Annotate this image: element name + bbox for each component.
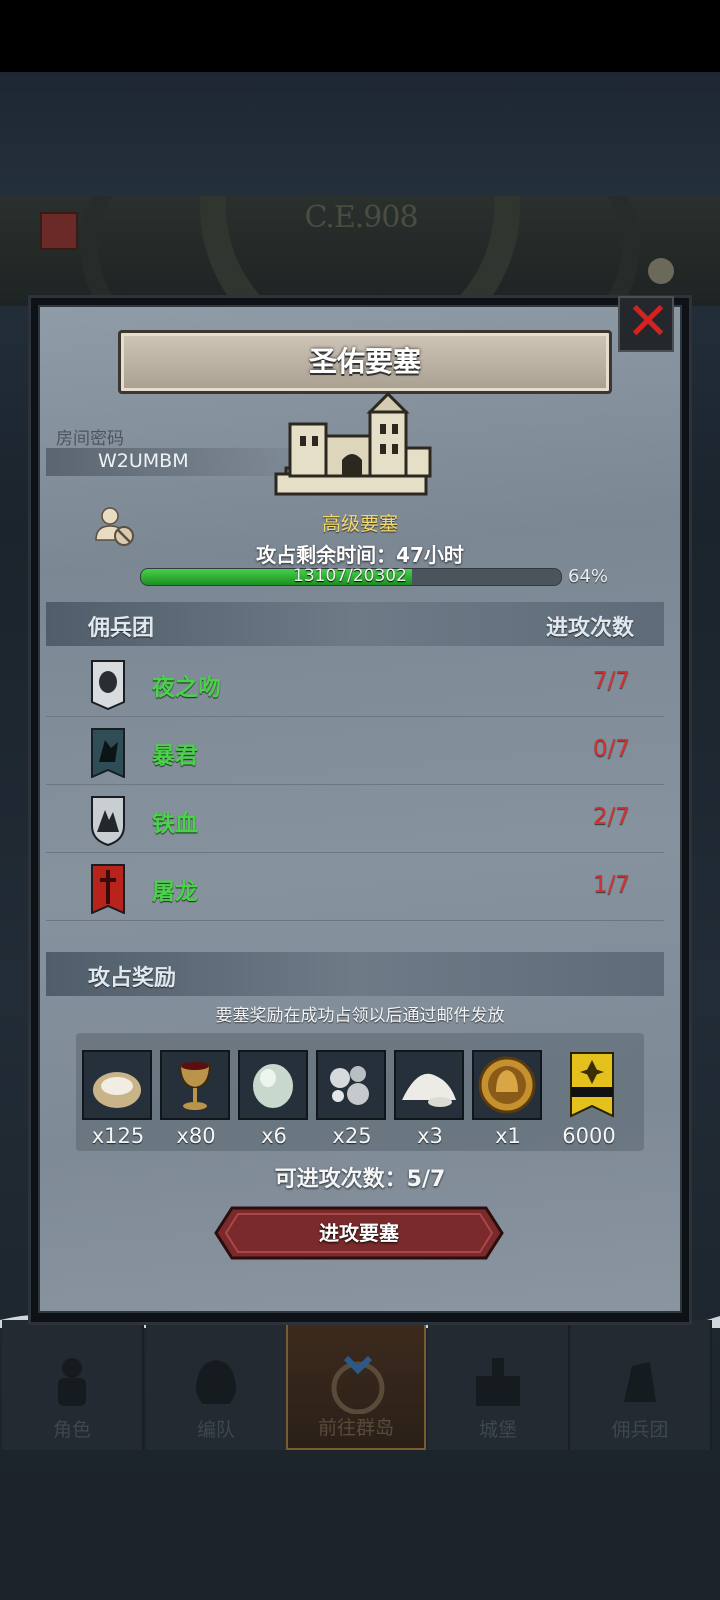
nav-item-formation[interactable]: 编队 (146, 1320, 288, 1450)
grain-sack-icon (93, 1072, 141, 1108)
bell-icon (648, 258, 674, 284)
gem-stone-icon (253, 1064, 293, 1108)
sword-banner-icon (91, 864, 125, 914)
capture-time-left: 攻占剩余时间：47小时 (256, 543, 464, 567)
modal-title: 圣佑要塞 (308, 345, 421, 378)
reward-quantity: x125 (91, 1124, 145, 1148)
mercenary-column-header: 佣兵团 (88, 616, 155, 641)
mercenary-icon (624, 1362, 656, 1402)
reward-quantity: x6 (261, 1124, 287, 1148)
goblet-icon (178, 1062, 212, 1110)
reward-quantity: x1 (495, 1124, 521, 1148)
gift-box-icon (40, 212, 78, 250)
reward-slot[interactable] (238, 1050, 308, 1120)
mercenary-attack-count: 0/7 (592, 736, 630, 762)
castle-icon (476, 1358, 520, 1406)
mercenary-name: 铁血 (152, 811, 198, 837)
gold-banner-icon[interactable] (570, 1052, 614, 1118)
reward-slot[interactable] (316, 1050, 386, 1120)
compass-map-icon (331, 1355, 385, 1414)
attack-fortress-button[interactable]: 进攻要塞 (214, 1206, 504, 1260)
reward-slot[interactable] (82, 1050, 152, 1120)
mercenary-row[interactable]: 屠龙 1/7 (46, 852, 664, 921)
reward-header: 攻占奖励 (88, 966, 177, 991)
capture-progress-percent: 64% (568, 566, 609, 587)
mercenary-row[interactable]: 夜之吻 7/7 (46, 648, 664, 717)
nav-item-character[interactable]: 角色 (2, 1320, 144, 1450)
reward-quantity: 6000 (562, 1124, 616, 1148)
fortress-level: 高级要塞 (321, 513, 398, 535)
close-button[interactable]: ✕ (618, 292, 674, 352)
reward-quantity: x3 (417, 1124, 443, 1148)
wolf-banner-icon (91, 728, 125, 778)
reward-note: 要塞奖励在成功占领以后通过邮件发放 (215, 1006, 505, 1026)
mercenary-row[interactable]: 暴君 0/7 (46, 716, 664, 785)
reward-slot[interactable] (160, 1050, 230, 1120)
bottom-background (0, 1470, 720, 1600)
mercenary-name: 夜之吻 (152, 675, 221, 701)
knight-coin-icon (478, 1056, 536, 1114)
attack-count-column-header: 进攻次数 (545, 616, 634, 641)
fortress-castle-icon (274, 391, 432, 496)
mountain-shield-icon (91, 796, 125, 846)
mercenary-attack-count: 2/7 (592, 804, 630, 830)
reward-slot[interactable] (394, 1050, 464, 1120)
attacks-remaining: 可进攻次数：5/7 (274, 1167, 446, 1192)
close-icon: ✕ (626, 292, 670, 352)
nav-item-mercenary[interactable]: 佣兵团 (570, 1320, 712, 1450)
title-banner: 圣佑要塞 (118, 330, 612, 394)
nav-label: 编队 (196, 1419, 235, 1441)
mercenary-attack-count: 7/7 (592, 668, 630, 694)
room-code-label: 房间密码 (56, 429, 124, 449)
mercenary-attack-count: 1/7 (592, 872, 630, 898)
nav-label: 角色 (52, 1419, 91, 1441)
silver-ore-icon (330, 1066, 369, 1105)
owl-shield-icon (91, 660, 125, 710)
reward-quantity: x80 (176, 1124, 216, 1148)
reward-quantity: x25 (332, 1124, 372, 1148)
nav-item-castle[interactable]: 城堡 (428, 1320, 570, 1450)
mercenary-row[interactable]: 铁血 2/7 (46, 784, 664, 853)
helmet-icon (196, 1360, 236, 1404)
nav-label: 佣兵团 (611, 1419, 669, 1441)
capture-progress-text: 13107/20302 (293, 566, 407, 586)
nav-label: 前往群岛 (317, 1417, 394, 1439)
room-code-value[interactable]: W2UMBM (98, 450, 189, 472)
nav-label: 城堡 (478, 1419, 517, 1441)
bottom-nav: 角色 编队 前往群岛 城堡 佣兵团 (0, 1320, 720, 1450)
reward-slot[interactable] (472, 1050, 542, 1120)
era-text: C.E.908 (304, 200, 418, 235)
nav-item-islands[interactable]: 前往群岛 (286, 1320, 426, 1450)
mercenary-name: 暴君 (152, 743, 198, 769)
mercenary-name: 屠龙 (152, 879, 198, 905)
salt-pile-icon (402, 1073, 456, 1107)
knight-icon (58, 1358, 86, 1406)
status-bar (0, 0, 720, 72)
